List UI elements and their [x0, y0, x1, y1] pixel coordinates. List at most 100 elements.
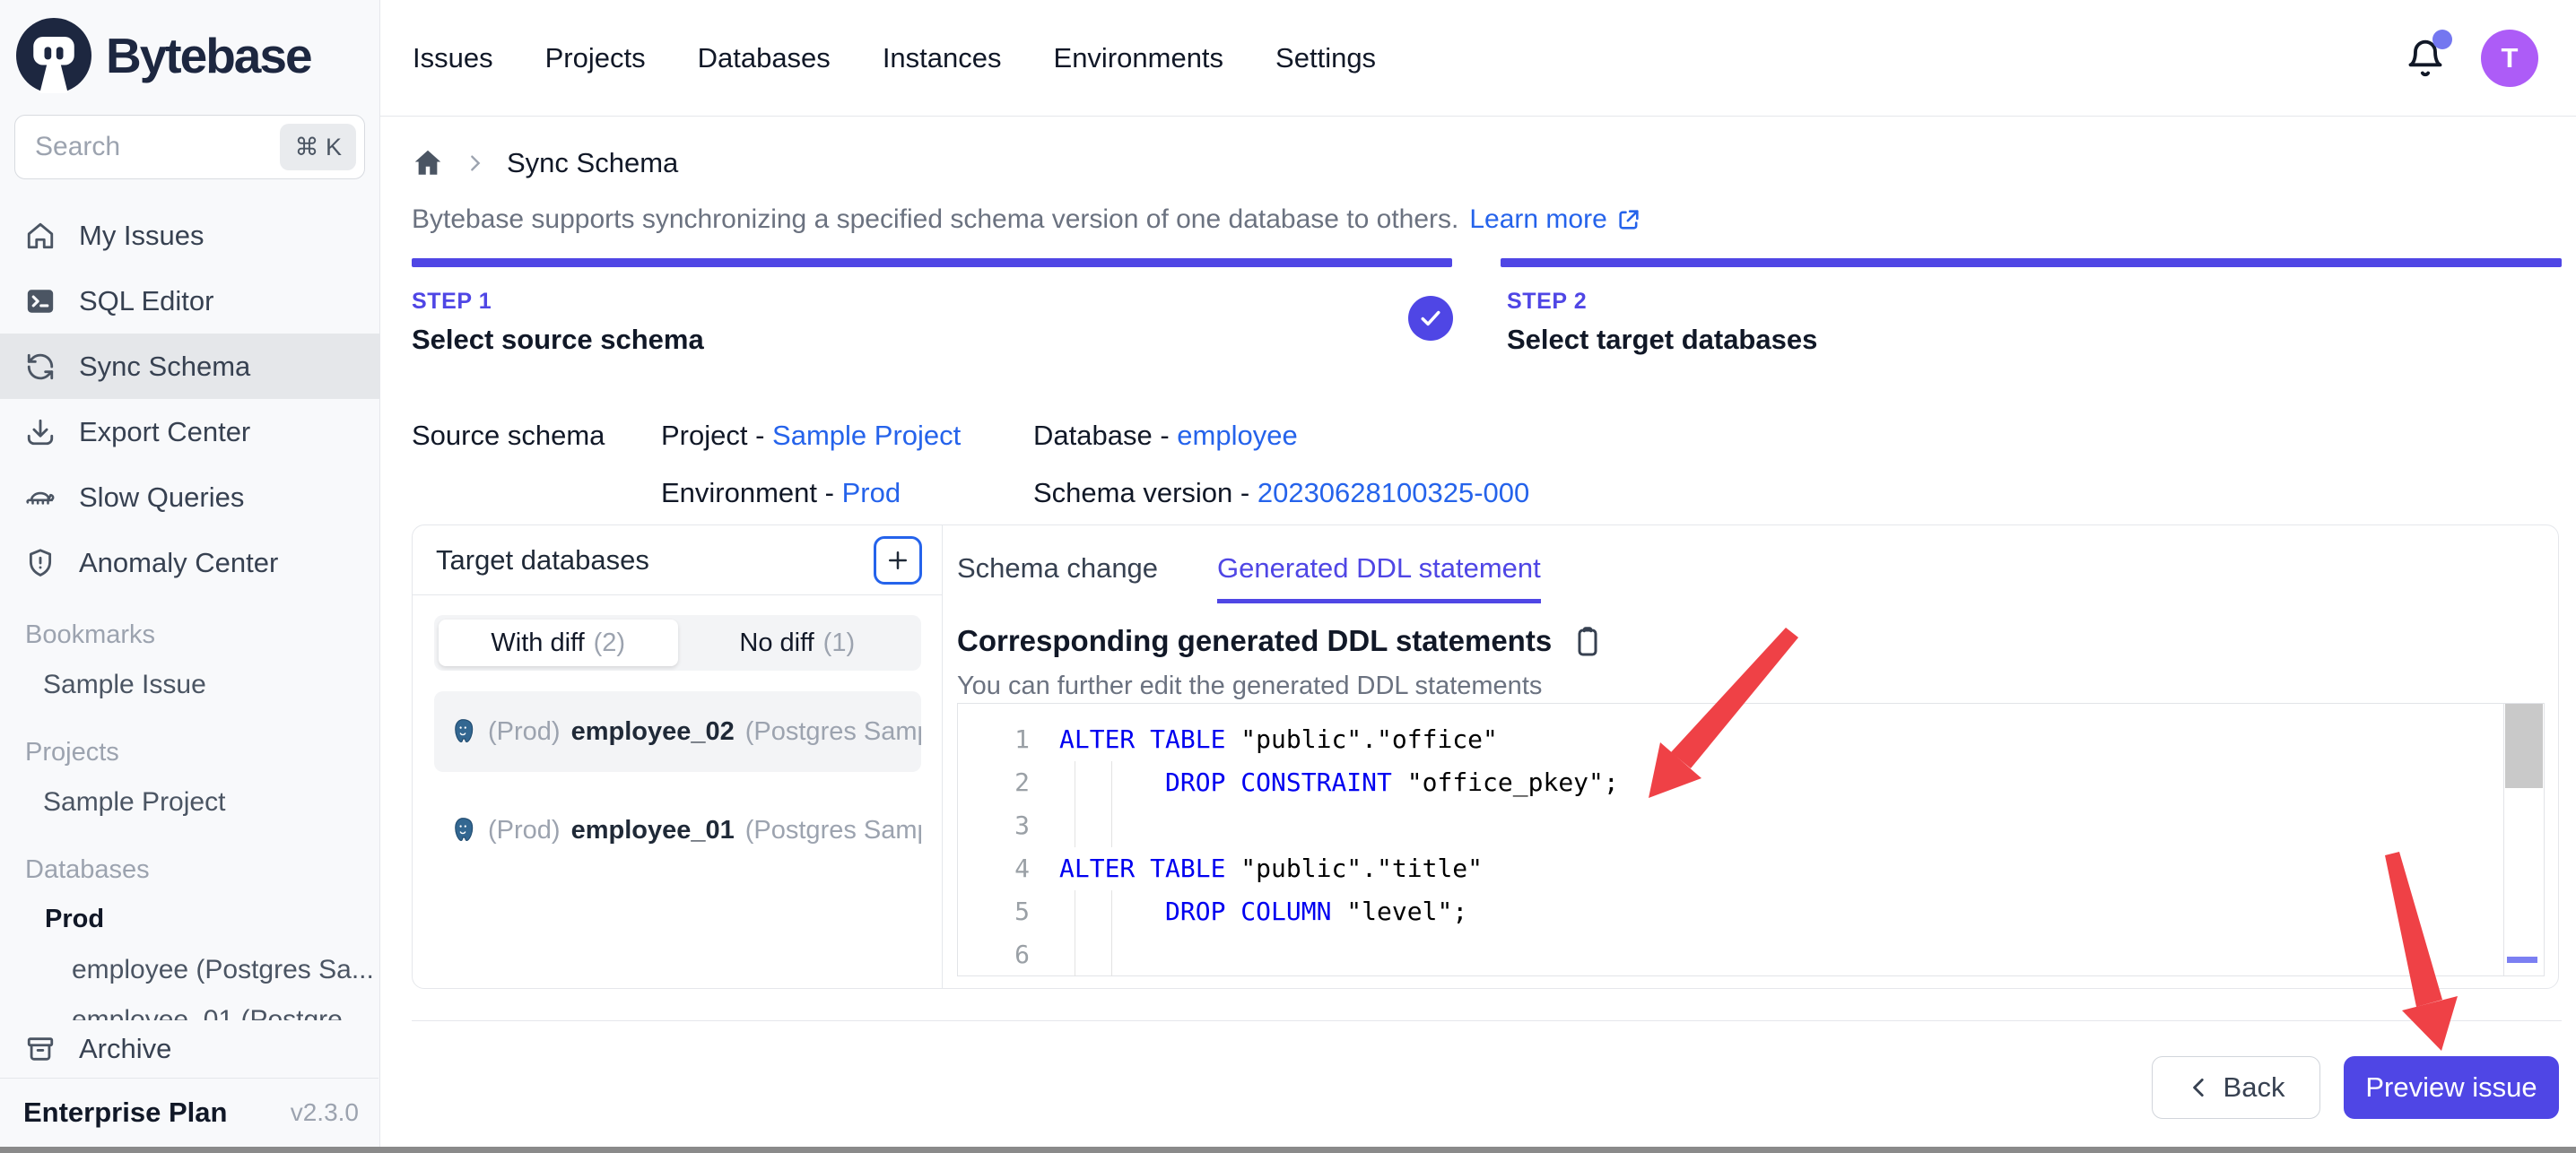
database-link[interactable]: employee: [1177, 420, 1297, 451]
ddl-tabs: Schema change Generated DDL statement: [957, 552, 1541, 603]
sidebar-item-label: Archive: [79, 1033, 171, 1065]
sidebar-item-export-center[interactable]: Export Center: [0, 399, 379, 464]
download-icon: [25, 417, 56, 447]
step-2-title: Select target databases: [1507, 324, 1817, 356]
item-environment: (Prod): [488, 816, 561, 845]
postgres-icon: [448, 717, 477, 746]
chevron-left-icon: [2188, 1076, 2211, 1099]
ddl-subheading: You can further edit the generated DDL s…: [957, 672, 1542, 701]
tab-schema-change[interactable]: Schema change: [957, 552, 1158, 603]
target-database-item[interactable]: (Prod) employee_01 (Postgres Sampl...: [434, 790, 921, 871]
item-instance: (Postgres Sampl...: [745, 816, 921, 845]
main-content: Sync Schema Bytebase supports synchroniz…: [380, 117, 2576, 1153]
sync-schema-card: Target databases With diff (2) No diff (…: [412, 524, 2559, 989]
line-number: 2: [958, 761, 1030, 804]
target-databases-header: Target databases: [413, 525, 942, 595]
preview-issue-button[interactable]: Preview issue: [2344, 1056, 2559, 1119]
line-number: 1: [958, 718, 1030, 761]
notification-dot: [2432, 30, 2452, 49]
postgres-icon: [448, 816, 477, 845]
sidebar-nav: My Issues SQL Editor Sync Schema Export …: [0, 203, 379, 595]
step2-progress-bar: [1501, 258, 2562, 267]
plan-footer[interactable]: Enterprise Plan v2.3.0: [0, 1078, 379, 1147]
step-1-title: Select source schema: [412, 324, 704, 356]
sidebar-search: ⌘ K: [14, 115, 365, 179]
tab-label: No diff: [739, 629, 814, 658]
item-environment: (Prod): [488, 717, 561, 747]
add-target-database-button[interactable]: [874, 536, 922, 585]
version-key: Schema version -: [1033, 477, 1249, 508]
sidebar-item-database[interactable]: employee (Postgres Sa...: [0, 945, 379, 995]
nav-environments[interactable]: Environments: [1054, 42, 1224, 74]
tab-generated-ddl[interactable]: Generated DDL statement: [1217, 552, 1541, 603]
nav-settings[interactable]: Settings: [1275, 42, 1376, 74]
code-line: 4 ALTER TABLE "public"."title": [958, 847, 2502, 890]
notification-bell-icon[interactable]: [2406, 39, 2445, 78]
item-name: employee_01: [571, 816, 735, 845]
environment-key: Environment -: [661, 477, 834, 508]
nav-issues[interactable]: Issues: [413, 42, 493, 74]
source-schema-label: Source schema: [412, 420, 661, 452]
tab-no-diff[interactable]: No diff (1): [678, 620, 918, 666]
plan-version: v2.3.0: [291, 1098, 359, 1127]
source-environment: Environment - Prod: [661, 477, 1033, 509]
header-right: T: [2406, 30, 2538, 87]
turtle-icon: [25, 482, 56, 513]
nav-databases[interactable]: Databases: [698, 42, 831, 74]
source-schema-summary: Source schema Project - Sample Project D…: [412, 420, 1529, 509]
copy-icon[interactable]: [1571, 625, 1604, 657]
nav-projects[interactable]: Projects: [545, 42, 646, 74]
avatar[interactable]: T: [2481, 30, 2538, 87]
sync-icon: [25, 351, 56, 382]
version-link[interactable]: 20230628100325-000: [1258, 477, 1529, 508]
sidebar-item-label: Sync Schema: [79, 351, 250, 383]
nav-instances[interactable]: Instances: [883, 42, 1002, 74]
back-button[interactable]: Back: [2152, 1056, 2320, 1119]
learn-more-link[interactable]: Learn more: [1469, 204, 1640, 235]
footer-divider: [412, 1020, 2562, 1021]
step-1[interactable]: STEP 1 Select source schema: [412, 289, 704, 356]
sidebar-item-sample-issue[interactable]: Sample Issue: [0, 657, 379, 713]
learn-more-label: Learn more: [1469, 204, 1606, 235]
sidebar-section-databases: Databases: [0, 830, 379, 892]
description-text: Bytebase supports synchronizing a specif…: [412, 204, 1458, 235]
sidebar-item-label: SQL Editor: [79, 285, 213, 317]
sidebar-item-sample-project[interactable]: Sample Project: [0, 775, 379, 830]
code-text: DROP COLUMN "level";: [1059, 890, 1467, 933]
sidebar-item-archive[interactable]: Archive: [0, 1020, 379, 1078]
ddl-heading-row: Corresponding generated DDL statements: [957, 624, 1604, 658]
sidebar-section-projects: Projects: [0, 713, 379, 775]
home-icon[interactable]: [412, 147, 444, 179]
code-text: DROP CONSTRAINT "office_pkey";: [1059, 761, 1619, 804]
step-1-label: STEP 1: [412, 289, 704, 315]
line-number: 5: [958, 890, 1030, 933]
editor-scrollbar[interactable]: [2503, 704, 2544, 975]
annotation-arrow-to-preview-button: [2293, 849, 2473, 1060]
step1-progress-bar: [412, 258, 1452, 267]
sidebar-item-sync-schema[interactable]: Sync Schema: [0, 334, 379, 399]
breadcrumb: Sync Schema: [412, 147, 678, 179]
annotation-arrow-to-code: [1635, 628, 1806, 807]
shield-alert-icon: [25, 548, 56, 578]
sidebar-item-sql-editor[interactable]: SQL Editor: [0, 268, 379, 334]
code-line: 6: [958, 933, 2502, 976]
database-key: Database -: [1033, 420, 1170, 451]
project-link[interactable]: Sample Project: [772, 420, 961, 451]
bytebase-app: Bytebase ⌘ K My Issues SQL Editor: [0, 0, 2576, 1153]
scrollbar-thumb[interactable]: [2505, 704, 2543, 788]
sidebar-section-bookmarks: Bookmarks: [0, 595, 379, 657]
sidebar-item-anomaly-center[interactable]: Anomaly Center: [0, 530, 379, 595]
step-2[interactable]: STEP 2 Select target databases: [1507, 289, 1817, 356]
search-shortcut-badge: ⌘ K: [280, 124, 356, 170]
sidebar-group-prod[interactable]: Prod: [0, 892, 379, 945]
sidebar-item-slow-queries[interactable]: Slow Queries: [0, 464, 379, 530]
overview-ruler-mark: [2507, 957, 2537, 963]
sidebar-item-label: My Issues: [79, 220, 205, 252]
bytebase-logo[interactable]: Bytebase: [0, 0, 379, 93]
tab-with-diff[interactable]: With diff (2): [439, 620, 678, 666]
environment-link[interactable]: Prod: [842, 477, 901, 508]
sidebar-item-my-issues[interactable]: My Issues: [0, 203, 379, 268]
window-bottom-edge: [0, 1147, 2576, 1153]
target-database-item[interactable]: (Prod) employee_02 (Postgres Samp...: [434, 691, 921, 772]
tab-count: (2): [594, 629, 625, 658]
